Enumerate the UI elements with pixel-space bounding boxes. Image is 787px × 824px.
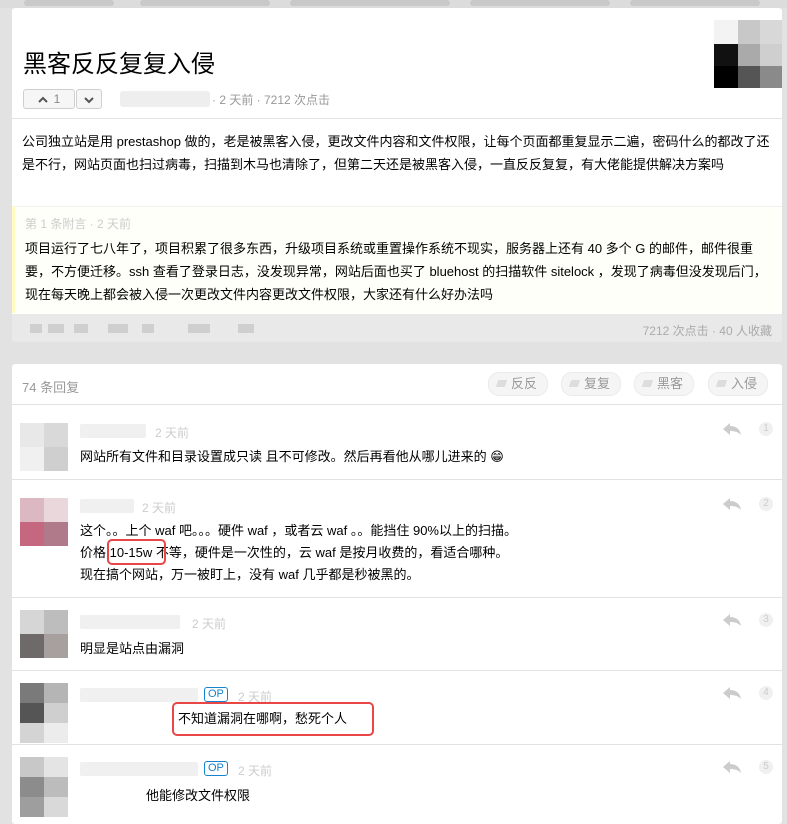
reply-arrow-icon[interactable] <box>722 686 742 700</box>
avatar[interactable] <box>20 423 68 471</box>
replies-count: 74 条回复 <box>22 380 80 395</box>
replies-box: 74 条回复 反反 复复 黑客 入侵 2 天前 网站所有文件和目录设置成只读 且… <box>12 364 782 824</box>
topic-title: 黑客反反复复入侵 <box>23 51 215 78</box>
avatar[interactable] <box>20 757 68 817</box>
author-avatar[interactable] <box>714 20 782 88</box>
reply-floor-number: 1 <box>759 422 773 436</box>
reply-item: OP 2 天前 他能修改文件权限 5 <box>12 745 782 824</box>
tag-ruqin[interactable]: 入侵 <box>708 372 769 396</box>
op-badge: OP <box>204 687 228 702</box>
tag-heike[interactable]: 黑客 <box>634 372 695 396</box>
topic-box: 黑客反反复复入侵 1 · 2 天前 · 7212 次点击 公司独立站是用 pre… <box>12 8 782 342</box>
chevron-up-icon <box>37 96 48 103</box>
reply-arrow-icon[interactable] <box>722 497 742 511</box>
reply-content: 这个。。上个 waf 吧。。。硬件 waf ，或者云 waf 。。能挡住 90%… <box>80 523 517 582</box>
tag-fufu[interactable]: 复复 <box>561 372 622 396</box>
reply-floor-number: 5 <box>759 760 773 774</box>
topic-content: 公司独立站是用 prestashop 做的，老是被黑客入侵，更改文件内容和文件权… <box>22 134 770 172</box>
reply-time: 2 天前 <box>238 690 273 704</box>
reply-username-blurred[interactable] <box>80 615 180 629</box>
avatar[interactable] <box>20 683 68 743</box>
reply-item: 2 天前 这个。。上个 waf 吧。。。硬件 waf ，或者云 waf 。。能挡… <box>12 480 782 598</box>
tag-icon <box>495 380 508 387</box>
author-name-blurred[interactable] <box>120 91 210 107</box>
reply-username-blurred[interactable] <box>80 424 146 438</box>
reply-floor-number: 2 <box>759 497 773 511</box>
topic-meta: · 2 天前 · 7212 次点击 <box>212 93 331 107</box>
topic-stats: 7212 次点击 · 40 人收藏 <box>642 324 772 338</box>
avatar[interactable] <box>20 610 68 658</box>
reply-arrow-icon[interactable] <box>722 613 742 627</box>
reply-time: 2 天前 <box>155 426 190 440</box>
reply-content: 不知道漏洞在哪啊，愁死个人 <box>178 711 348 726</box>
appendix-body: 项目运行了七八年了，项目积累了很多东西，升级项目系统或重置操作系统不现实，服务器… <box>25 241 767 302</box>
top-strip-blurred <box>0 0 787 8</box>
reply-item: 2 天前 明显是站点由漏洞 3 <box>12 598 782 671</box>
reply-time: 2 天前 <box>238 764 273 778</box>
upvote-count: 1 <box>53 92 61 106</box>
reply-username-blurred[interactable] <box>80 499 134 513</box>
tag-icon <box>641 380 654 387</box>
reply-content: 明显是站点由漏洞 <box>80 641 185 656</box>
reply-arrow-icon[interactable] <box>722 422 742 436</box>
op-badge: OP <box>204 761 228 776</box>
topic-appendix: 第 1 条附言 · 2 天前 项目运行了七八年了，项目积累了很多东西，升级项目系… <box>12 206 782 313</box>
reply-floor-number: 3 <box>759 613 773 627</box>
tag-fanfan[interactable]: 反反 <box>488 372 549 396</box>
downvote-button[interactable] <box>76 89 102 109</box>
avatar[interactable] <box>20 498 68 546</box>
replies-header: 74 条回复 反反 复复 黑客 入侵 <box>12 364 782 405</box>
appendix-header: 第 1 条附言 · 2 天前 <box>25 217 132 231</box>
reply-username-blurred[interactable] <box>80 688 198 702</box>
upvote-button[interactable]: 1 <box>23 89 75 109</box>
chevron-down-icon <box>84 97 94 104</box>
reply-item: OP 2 天前 不知道漏洞在哪啊，愁死个人 4 <box>12 671 782 745</box>
reply-arrow-icon[interactable] <box>722 760 742 774</box>
tag-icon <box>715 380 728 387</box>
reply-content: 网站所有文件和目录设置成只读 且不可修改。然后再看他从哪儿进来的 😁 <box>80 449 504 464</box>
topic-footer: 7212 次点击 · 40 人收藏 <box>12 314 782 342</box>
reply-time: 2 天前 <box>192 617 227 631</box>
reply-floor-number: 4 <box>759 686 773 700</box>
tag-icon <box>568 380 581 387</box>
reply-content: 他能修改文件权限 <box>146 788 251 803</box>
reply-username-blurred[interactable] <box>80 762 198 776</box>
reply-item: 2 天前 网站所有文件和目录设置成只读 且不可修改。然后再看他从哪儿进来的 😁 … <box>12 405 782 480</box>
reply-time: 2 天前 <box>142 501 177 515</box>
topic-header: 黑客反反复复入侵 1 · 2 天前 · 7212 次点击 <box>12 8 782 119</box>
